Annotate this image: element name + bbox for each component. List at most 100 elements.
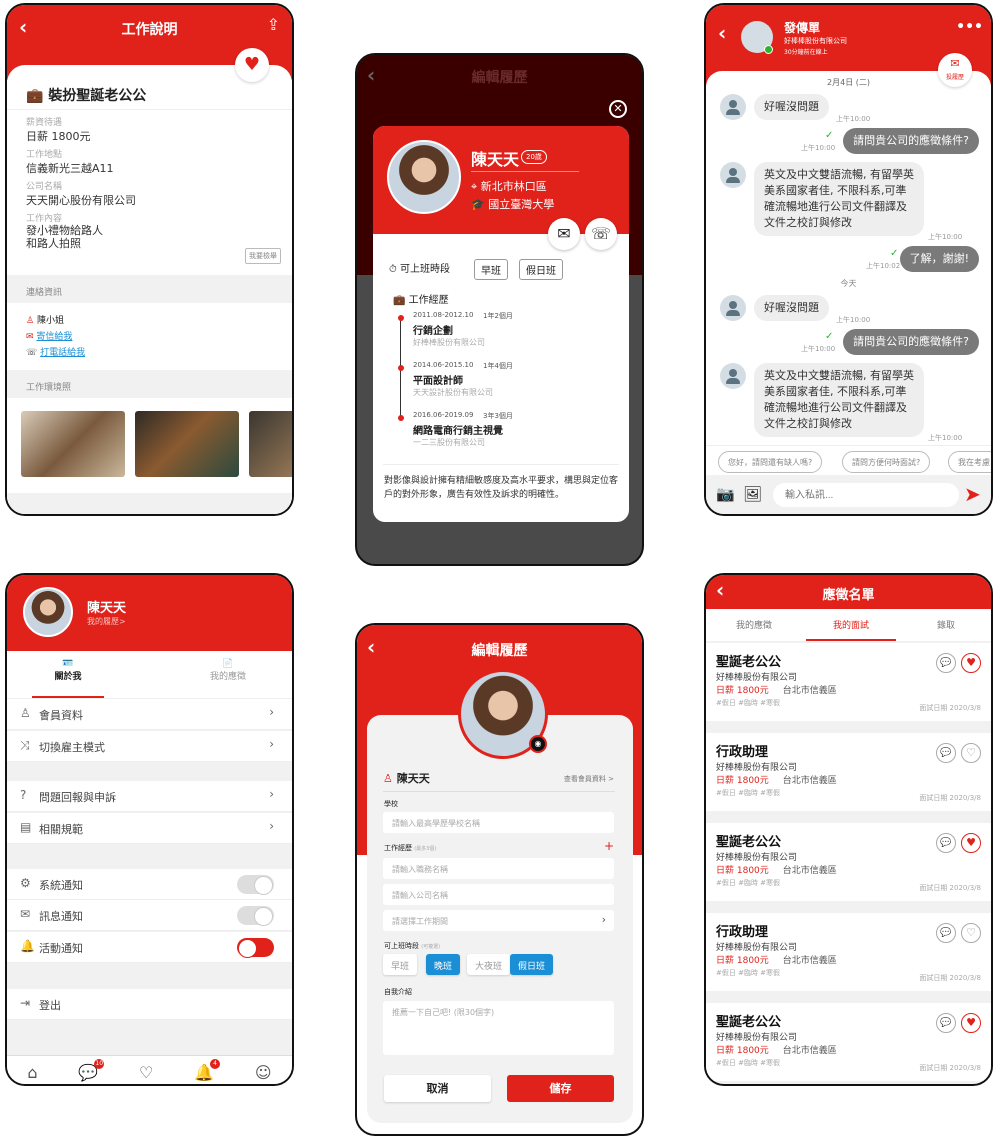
message-time: 上午10:00 [928,233,963,241]
avatar[interactable] [23,587,73,637]
job-title-input[interactable]: 請輸入職務名稱 [383,858,614,879]
shift-option-night[interactable]: 大夜班 [467,954,511,975]
company-input[interactable]: 請輸入公司名稱 [383,884,614,905]
mail-button[interactable]: ✉ [548,218,580,250]
location: 台北市信義區 [782,866,837,876]
message-input[interactable] [773,483,959,507]
salary: 日薪 1800元 [716,866,769,876]
email-link[interactable]: 寄信給我 [36,332,72,342]
salary: 日薪 1800元 [716,686,769,696]
call-button[interactable]: ☏ [585,218,617,250]
send-icon[interactable]: ➤ [964,482,981,506]
event-notification-toggle[interactable] [237,938,274,958]
tab-my-applications[interactable]: 我的應徵 [706,618,802,631]
background-title: 編輯履歷 [471,70,528,86]
event-notification-row: 🔔 活動通知 [7,932,292,963]
menu-report-issue[interactable]: ? 問題回報與申訴 › [7,781,292,812]
heart-icon[interactable]: ♡ [961,923,981,943]
view-member-link[interactable]: 查看會員資料 > [564,774,614,784]
chat-bubble-icon[interactable]: 💬 [936,653,956,673]
system-notification-toggle[interactable] [237,875,274,895]
chat-bubble-icon[interactable]: 💬 [936,833,956,853]
home-icon[interactable]: ⌂ [27,1063,37,1082]
school-input[interactable]: 請輸入最高學歷學校名稱 [383,812,614,833]
application-card[interactable]: 聖誕老公公 好棒棒股份有限公司 日薪 1800元 台北市信義區 #假日 #臨時 #寒假面… [706,1003,991,1081]
tab-about-me[interactable]: 🪪 關於我 [32,651,104,698]
chat-screen: ‹ 發傳單 好棒棒股份有限公司 30分鐘前在線上 ••• ✉ 投履歷 2月4日 (… [704,3,993,516]
back-icon[interactable]: ‹ [718,21,726,45]
application-card[interactable]: 行政助理 好棒棒股份有限公司 日薪 1800元 台北市信義區 #假日 #臨時 #寒假 面試… [706,733,991,811]
heart-icon[interactable]: ♥ [961,1013,981,1033]
application-card[interactable]: 聖誕老公公 好棒棒股份有限公司 日薪 1800元 台北市信義區 #假日 #臨時 #寒假面… [706,643,991,721]
application-card[interactable]: 聖誕老公公 好棒棒股份有限公司 日薪 1800元 台北市信義區 #假日 #臨時 #寒假面… [706,823,991,901]
save-button[interactable]: 儲存 [507,1075,614,1102]
school: 🎓 國立臺灣大學 [471,198,555,211]
heart-icon[interactable]: ♥ [961,833,981,853]
chat-bubble-icon[interactable]: 💬 [936,743,956,763]
intro-textarea[interactable]: 推薦一下自己吧! (限30個字) [383,1001,614,1055]
more-icon[interactable]: ••• [956,19,983,35]
logout-button[interactable]: ⇥ 登出 [7,989,292,1020]
message-time: 上午10:02 [866,262,901,270]
my-resume-link[interactable]: 我的履歷> [87,616,126,627]
experience-period: 2014.06-2015.10 [413,361,474,369]
chat-bubble-icon[interactable]: 💬 [936,923,956,943]
add-experience-button[interactable]: + [604,839,614,853]
work-period-select[interactable]: 請選擇工作期間 › [383,910,614,931]
menu-switch-employer[interactable]: ⤨ 切換雇主模式 › [7,731,292,762]
menu-member-info[interactable]: ♙ 會員資料 › [7,699,292,730]
photos-section-header: 工作環境照 [7,370,292,398]
tab-my-applications[interactable]: 📄 我的應徵 [192,651,264,698]
tab-my-interviews[interactable]: 我的面試 [806,609,896,641]
chevron-right-icon: › [269,787,274,801]
job-title: 💼 裝扮聖誕老公公 [26,88,147,104]
message-notification-toggle[interactable] [237,906,274,926]
briefcase-icon: 💼 [26,88,44,104]
close-icon[interactable]: ✕ [609,100,627,118]
quick-reply-chip[interactable]: 您好，請問還有缺人嗎? [718,451,823,473]
experience-period: 2011.08-2012.10 [413,311,474,319]
workplace-photo[interactable] [249,411,292,477]
workplace-photo[interactable] [135,411,239,477]
tab-hired[interactable]: 錄取 [898,618,991,631]
workplace-photo[interactable] [21,411,125,477]
phone-icon: ☏ [26,348,38,358]
shift-option-morning[interactable]: 早班 [383,954,418,975]
heart-icon[interactable]: ♡ [139,1063,153,1082]
salary: 日薪 1800元 [716,1046,769,1056]
favorite-heart-button[interactable]: ♥ [235,48,269,82]
experience-company: 天天設計股份有限公司 [413,388,493,397]
menu-regulations[interactable]: ▤ 相關規範 › [7,813,292,844]
shift-option-holiday[interactable]: 假日班 [510,954,554,975]
quick-reply-chip[interactable]: 我在考慮 [948,451,991,473]
share-icon[interactable]: ⇪ [267,15,280,34]
bell-icon: 🔔 [20,939,35,953]
camera-icon[interactable]: ◉ [529,735,547,753]
job-fields: 薪資待遇 日薪 1800元 工作地點 信義新光三越A11 公司名稱 天天開心股份… [26,118,136,250]
phone-link[interactable]: 打電話給我 [40,348,85,358]
mail-icon: ✉ [26,332,34,342]
quick-reply-chip[interactable]: 請問方便何時面試? [842,451,931,473]
page-title: 應徵名單 [822,588,875,603]
resume-preview-screen: ‹ 編輯履歷 ✕ 陳天天 20歲 ⌖ 新北市林口區 🎓 國立臺灣大學 ✉ ☏ ⏱… [355,53,644,566]
image-icon[interactable]: 🖼 [743,485,762,503]
camera-icon[interactable]: 📷 [716,485,735,503]
cancel-button[interactable]: 取消 [384,1075,491,1102]
message-time: 上午10:00 [836,316,871,324]
bell-icon[interactable]: 🔔 4 [194,1058,221,1082]
chat-bubble-icon[interactable]: 💬 [936,1013,956,1033]
document-icon: ▤ [20,820,32,834]
salary-location: 日薪 1800元 台北市信義區 [716,1043,981,1056]
shift-tag: 早班 [474,259,508,280]
profile-icon[interactable]: ☺ [255,1063,272,1082]
quick-replies: 您好，請問還有缺人嗎? 請問方便何時面試? 我在考慮 [706,445,991,475]
chat-icon[interactable]: 💬 10 [78,1058,105,1082]
heart-icon[interactable]: ♡ [961,743,981,763]
timeline-dot [398,415,404,421]
user-icon: ♙ [20,706,31,720]
message-time: 上午10:00 [801,144,836,152]
heart-icon[interactable]: ♥ [961,653,981,673]
application-card[interactable]: 行政助理 好棒棒股份有限公司 日薪 1800元 台北市信義區 #假日 #臨時 #寒假 面試… [706,913,991,991]
shift-option-evening[interactable]: 晚班 [426,954,461,975]
report-button[interactable]: 我要檢舉 [245,248,281,264]
